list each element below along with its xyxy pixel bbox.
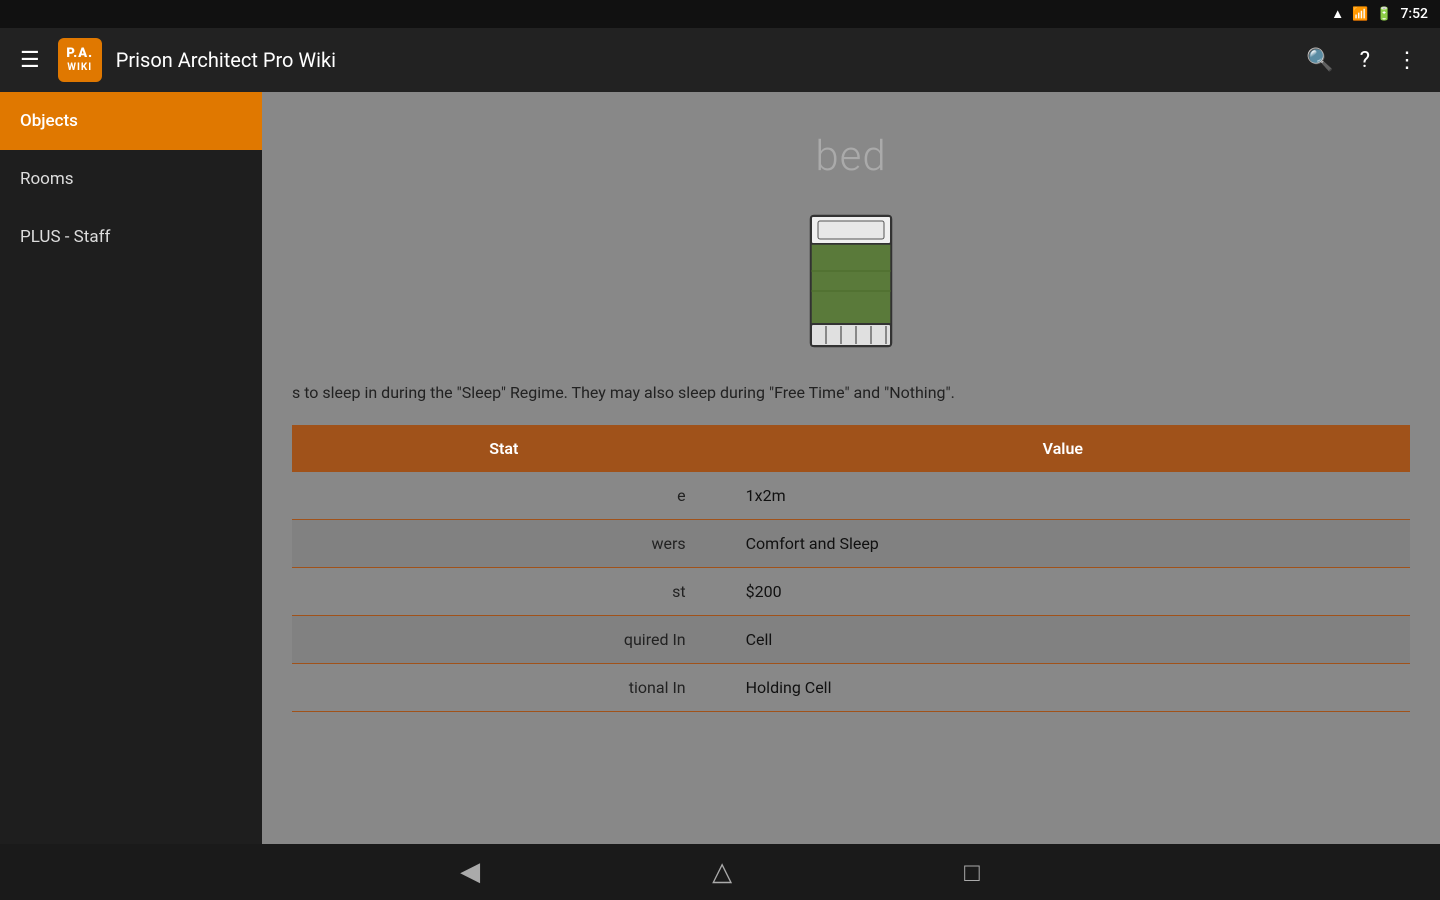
value-cell: Holding Cell — [716, 664, 1410, 712]
wifi-icon: ▲ — [1331, 6, 1344, 22]
more-options-icon[interactable]: ⋮ — [1390, 42, 1424, 79]
status-bar: ▲ 📶 🔋 7:52 — [0, 0, 1440, 28]
table-row: e 1x2m — [292, 472, 1410, 520]
sidebar-item-plus-staff[interactable]: PLUS - Staff — [0, 208, 262, 266]
value-cell: $200 — [716, 568, 1410, 616]
table-body: e 1x2m wers Comfort and Sleep st $200 qu… — [292, 472, 1410, 712]
logo-pa: P.A. — [66, 47, 93, 61]
description-text: s to sleep in during the "Sleep" Regime.… — [292, 381, 1410, 425]
logo-wiki: WIKI — [67, 62, 92, 73]
stat-cell: tional In — [292, 664, 716, 712]
value-cell: 1x2m — [716, 472, 1410, 520]
search-icon[interactable]: 🔍 — [1300, 42, 1339, 79]
value-cell: Comfort and Sleep — [716, 520, 1410, 568]
recent-button[interactable]: □ — [948, 853, 996, 892]
sidebar-item-objects[interactable]: Objects — [0, 92, 262, 150]
content-area[interactable]: bed — [262, 92, 1440, 844]
stat-header: Stat — [292, 425, 716, 472]
table-row: st $200 — [292, 568, 1410, 616]
bed-image — [806, 211, 896, 351]
sidebar-item-rooms[interactable]: Rooms — [0, 150, 262, 208]
back-button[interactable]: ◀ — [444, 853, 496, 891]
stat-cell: wers — [292, 520, 716, 568]
content-inner: bed — [262, 92, 1440, 742]
bottom-nav: ◀ △ □ — [0, 844, 1440, 900]
signal-icon: 📶 — [1352, 7, 1368, 22]
value-cell: Cell — [716, 616, 1410, 664]
help-icon[interactable]: ? — [1354, 42, 1376, 79]
app-logo: P.A. WIKI — [58, 38, 102, 82]
app-title: Prison Architect Pro Wiki — [116, 48, 1286, 72]
sidebar: Objects Rooms PLUS - Staff — [0, 92, 262, 844]
stat-cell: quired In — [292, 616, 716, 664]
bed-image-container — [292, 191, 1410, 381]
time-display: 7:52 — [1400, 6, 1428, 22]
stat-cell: st — [292, 568, 716, 616]
stat-cell: e — [292, 472, 716, 520]
table-header-row: Stat Value — [292, 425, 1410, 472]
home-button[interactable]: △ — [696, 853, 748, 891]
hamburger-button[interactable]: ☰ — [16, 44, 44, 77]
app-bar: ☰ P.A. WIKI Prison Architect Pro Wiki 🔍 … — [0, 28, 1440, 92]
page-title: bed — [292, 132, 1410, 181]
table-row: quired In Cell — [292, 616, 1410, 664]
stats-table: Stat Value e 1x2m wers Comfort and Sleep… — [292, 425, 1410, 712]
page-title-area: bed — [292, 112, 1410, 191]
main-layout: Objects Rooms PLUS - Staff bed — [0, 92, 1440, 844]
battery-icon: 🔋 — [1376, 7, 1392, 22]
value-header: Value — [716, 425, 1410, 472]
table-row: tional In Holding Cell — [292, 664, 1410, 712]
table-row: wers Comfort and Sleep — [292, 520, 1410, 568]
